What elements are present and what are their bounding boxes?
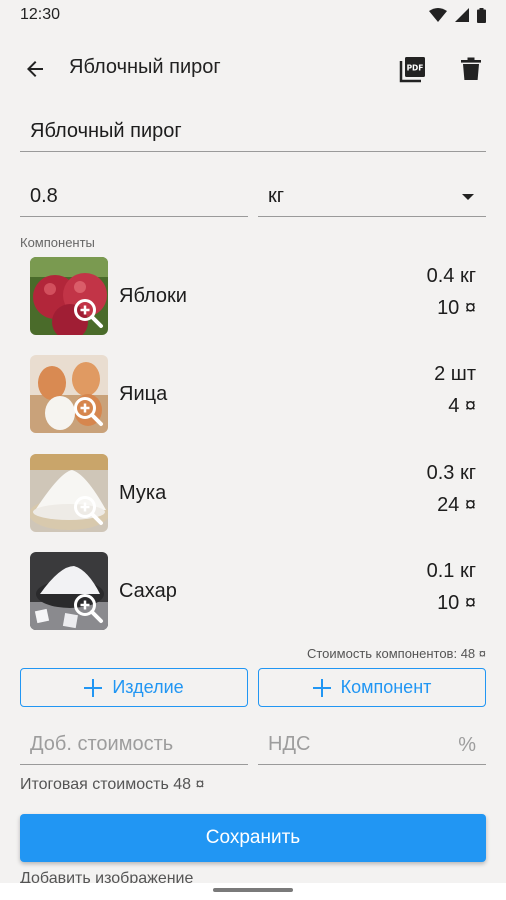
arrow-left-icon	[27, 61, 43, 77]
wifi-icon	[429, 8, 447, 22]
vat-field[interactable]: НДС %	[258, 725, 486, 765]
component-row[interactable]: Сахар 0.1 кг 10 ¤	[20, 550, 486, 630]
status-icons	[429, 7, 486, 23]
component-name: Яица	[119, 383, 168, 405]
app-bar: Яблочный пирог PDF	[0, 40, 506, 98]
page-title: Яблочный пирог	[69, 56, 221, 78]
pdf-icon: PDF	[399, 57, 425, 83]
extra-cost-placeholder: Доб. стоимость	[30, 733, 174, 755]
total-cost: Итоговая стоимость 48 ¤	[20, 776, 205, 793]
trash-icon	[461, 57, 481, 80]
component-image[interactable]	[30, 552, 108, 630]
status-time: 12:30	[20, 6, 61, 23]
component-cost: 10 ¤	[437, 592, 476, 614]
save-button[interactable]: Сохранить	[20, 814, 486, 862]
export-pdf-button[interactable]: PDF	[398, 54, 428, 84]
vat-placeholder: НДС	[268, 733, 311, 755]
unit-select[interactable]: кг	[258, 177, 486, 217]
component-name: Мука	[119, 482, 167, 504]
component-image[interactable]	[30, 355, 108, 433]
zoom-in-icon	[74, 496, 103, 525]
component-amount: 0.3 кг	[426, 462, 476, 484]
name-field[interactable]: Яблочный пирог	[20, 112, 486, 152]
zoom-in-icon	[74, 397, 103, 426]
svg-text:PDF: PDF	[407, 64, 424, 73]
quantity-field[interactable]: 0.8	[20, 177, 248, 217]
home-gesture-handle[interactable]	[213, 888, 293, 892]
component-image[interactable]	[30, 454, 108, 532]
delete-button[interactable]	[456, 54, 486, 84]
zoom-in-icon	[74, 594, 103, 623]
unit-value: кг	[268, 185, 285, 207]
vat-percent-suffix: %	[458, 734, 476, 756]
battery-icon	[477, 7, 486, 23]
component-row[interactable]: Яблоки 0.4 кг 10 ¤	[20, 255, 486, 335]
component-row[interactable]: Мука 0.3 кг 24 ¤	[20, 452, 486, 532]
name-value: Яблочный пирог	[30, 120, 182, 142]
component-image[interactable]	[30, 257, 108, 335]
dropdown-arrow-icon	[462, 194, 474, 200]
quantity-value: 0.8	[30, 185, 58, 207]
component-cost: 10 ¤	[437, 297, 476, 319]
components-cost-summary: Стоимость компонентов: 48 ¤	[306, 646, 486, 661]
component-amount: 0.4 кг	[426, 265, 476, 287]
signal-icon	[455, 8, 469, 22]
component-name: Сахар	[119, 580, 177, 602]
component-name: Яблоки	[119, 285, 187, 307]
add-component-label: Компонент	[340, 677, 432, 697]
navigation-bar	[0, 883, 506, 900]
component-cost: 24 ¤	[437, 494, 476, 516]
component-cost: 4 ¤	[448, 395, 476, 417]
extra-cost-field[interactable]: Доб. стоимость	[20, 725, 248, 765]
status-bar: 12:30	[0, 0, 506, 30]
add-product-label: Изделие	[112, 677, 184, 697]
plus-icon	[312, 675, 331, 701]
back-button[interactable]	[20, 54, 50, 84]
component-amount: 2 шт	[434, 363, 476, 385]
component-amount: 0.1 кг	[426, 560, 476, 582]
component-row[interactable]: Яица 2 шт 4 ¤	[20, 353, 486, 433]
add-product-button[interactable]: Изделие	[20, 668, 248, 707]
plus-icon	[84, 675, 103, 701]
zoom-in-icon	[74, 299, 103, 328]
components-label: Компоненты	[20, 235, 95, 250]
add-component-button[interactable]: Компонент	[258, 668, 486, 707]
